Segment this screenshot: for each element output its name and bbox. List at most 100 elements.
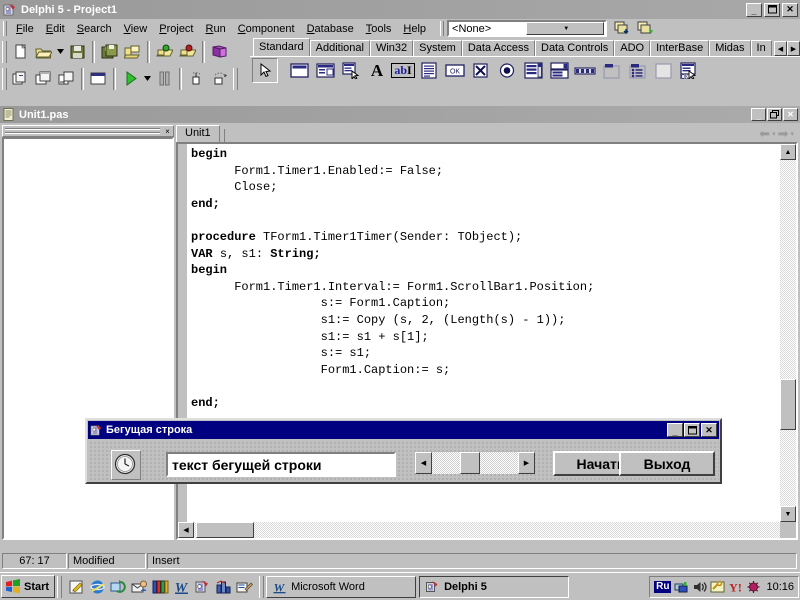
refresh-windows-icon[interactable] [108,577,129,597]
taskband-grip[interactable] [259,575,265,598]
palette-tab-ado[interactable]: ADO [614,40,651,56]
radiobutton-icon[interactable] [494,58,520,83]
running-line-maximize-button[interactable] [684,423,700,437]
menu-component[interactable]: Component [232,21,301,37]
internet-explorer-icon[interactable] [87,577,108,597]
help-contents-button[interactable] [208,41,231,63]
speedbar-grip-3[interactable] [233,67,238,90]
editor-minimize-button[interactable]: _ [751,108,766,121]
clock-timer-icon[interactable] [111,450,141,480]
label-A-icon[interactable]: A [364,58,390,83]
editor-close-button[interactable]: ✕ [783,108,798,121]
delphi-icon[interactable] [192,577,213,597]
frames-icon[interactable] [286,58,312,83]
view-form-button[interactable] [32,68,55,90]
menu-database[interactable]: Database [301,21,360,37]
actionlist-icon[interactable]: OK [676,58,702,83]
popupmenu-icon[interactable] [338,58,364,83]
scroll-left-button[interactable]: ◀ [178,522,194,538]
palette-scroll-left-button[interactable]: ◀ [774,41,787,56]
task-delphi-5[interactable]: Delphi 5 [419,575,570,598]
tray-yahoo-icon[interactable]: Y! [727,579,743,595]
new-form-button[interactable] [87,68,110,90]
palette-tab-interbase[interactable]: InterBase [650,40,710,56]
running-line-edit[interactable]: текст бегущей строки [166,452,396,477]
menubar-grip[interactable] [3,21,7,36]
open-project-button[interactable] [121,41,144,63]
scrollbar-icon[interactable] [572,58,598,83]
trace-into-button[interactable] [185,68,208,90]
save-desktop-button[interactable] [611,18,634,40]
palette-scroll-right-button[interactable]: ▶ [787,41,800,56]
groupbox-icon[interactable] [598,58,624,83]
mail-person-icon[interactable] [129,577,150,597]
quicklaunch-grip[interactable] [57,575,63,598]
running-line-scrollbar[interactable]: ◀ ▶ [415,452,535,474]
add-to-project-button[interactable] [153,41,176,63]
running-line-close-button[interactable]: ✕ [701,423,717,437]
panel-icon[interactable] [650,58,676,83]
run-button[interactable] [119,68,142,90]
edit-abi-icon[interactable]: abI [390,58,416,83]
menu-project[interactable]: Project [153,21,199,37]
memo-icon[interactable] [416,58,442,83]
button-ok-icon[interactable]: OK [442,58,468,83]
editor-vertical-scrollbar[interactable]: ▲ ▼ [780,144,796,522]
tray-network-icon[interactable] [673,579,689,595]
set-debug-desktop-button[interactable] [634,18,657,40]
editor-restore-button[interactable] [767,108,782,121]
scrollbar-right-button[interactable]: ▶ [518,452,535,474]
radiogroup-icon[interactable] [624,58,650,83]
desktop-toolbar-grip[interactable] [440,21,445,36]
speedbar-grip-2[interactable] [2,67,7,90]
vscroll-track[interactable] [780,160,796,506]
palette-tab-standard[interactable]: Standard [253,38,310,56]
scrollbar-thumb[interactable] [460,452,480,474]
paint-icon[interactable] [234,577,255,597]
save-button[interactable] [66,41,89,63]
open-button[interactable] [32,41,55,63]
menu-help[interactable]: Help [397,21,432,37]
palette-tab-win32[interactable]: Win32 [369,40,414,56]
palette-tab-data-access[interactable]: Data Access [461,40,535,56]
listbox-icon[interactable] [520,58,546,83]
hscroll-thumb[interactable] [196,522,254,538]
chevron-down-icon[interactable] [55,41,66,63]
save-all-button[interactable] [98,41,121,63]
scrollbar-left-button[interactable]: ◀ [415,452,432,474]
maximize-button[interactable] [764,2,780,17]
palette-tab-data-controls[interactable]: Data Controls [535,40,615,56]
toggle-form-unit-button[interactable] [55,68,78,90]
remove-from-project-button[interactable] [176,41,199,63]
nav-back-dropdown-icon[interactable]: ▾ [772,130,776,138]
tray-volume-icon[interactable] [691,579,707,595]
menu-file[interactable]: File [10,21,40,37]
view-unit-button[interactable] [9,68,32,90]
notepad-pencil-icon[interactable] [66,577,87,597]
vscroll-thumb[interactable] [780,379,796,430]
palette-tab-system[interactable]: System [413,40,462,56]
checkbox-icon[interactable] [468,58,494,83]
minimize-button[interactable]: _ [746,2,762,17]
clock[interactable]: 10:16 [766,581,794,593]
menu-view[interactable]: View [118,21,154,37]
hscroll-track[interactable] [194,522,780,538]
chevron-down-icon[interactable] [142,68,153,90]
nav-back-icon[interactable]: ⬅ [759,126,770,142]
close-icon[interactable]: × [162,126,173,136]
tab-unit1[interactable]: Unit1 [176,125,220,142]
new-button[interactable] [9,41,32,63]
books-icon[interactable] [150,577,171,597]
chart-building-icon[interactable] [213,577,234,597]
code-explorer-grip[interactable] [5,127,160,135]
tray-keys-icon[interactable] [709,579,725,595]
exit-button[interactable]: Выход [619,451,715,476]
language-indicator[interactable]: Ru [654,580,672,593]
editor-horizontal-scrollbar[interactable]: ◀ [178,522,780,538]
chevron-down-icon[interactable]: ▼ [525,22,605,35]
mainmenu-icon[interactable] [312,58,338,83]
palette-tab-additional[interactable]: Additional [309,40,370,56]
palette-tab-midas[interactable]: Midas [709,40,751,56]
menu-tools[interactable]: Tools [360,21,398,37]
task-microsoft-word[interactable]: W Microsoft Word [266,575,417,598]
